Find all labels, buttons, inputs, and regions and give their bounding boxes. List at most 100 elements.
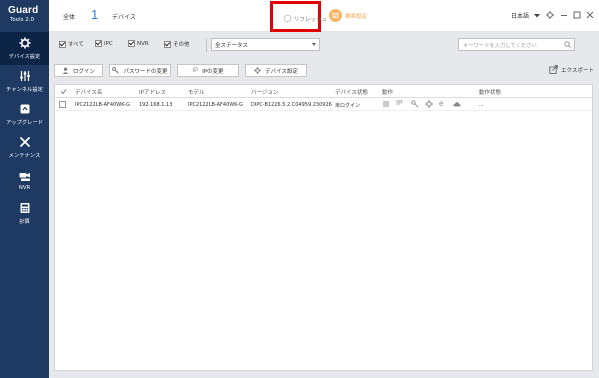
sidebar-item-label: NVR (18, 185, 31, 191)
filter-all-checkbox[interactable]: すべて (59, 40, 84, 48)
sliders-icon (19, 71, 30, 81)
cell-version: DIPC-B1226.5.2.C04959.230926 (251, 101, 332, 108)
checkbox-box (128, 40, 135, 47)
column-header-device-name[interactable]: デバイス名 (75, 88, 102, 96)
export-label: エクスポート (561, 67, 594, 74)
sidebar-item-maintenance[interactable]: メンテナンス (0, 131, 49, 164)
status-select[interactable]: 全ステータス (211, 38, 320, 51)
column-header-operation-status: 動作状態 (479, 90, 502, 96)
app-logo: Guard Tools 2.0 (0, 0, 49, 32)
gear-icon (19, 37, 30, 49)
export-button[interactable]: エクスポート (549, 65, 594, 74)
sidebar-item-label: アップグレード (5, 120, 44, 126)
refresh-button[interactable]: リフレッシュ (283, 14, 327, 23)
sidebar: Guard Tools 2.0 デバイス設定 チャンネル設定 アップグレード メ… (0, 0, 49, 378)
gear-icon[interactable] (425, 100, 433, 108)
upgrade-icon (20, 104, 29, 114)
device-label: デバイス (112, 14, 136, 21)
wrench-icon (19, 137, 30, 147)
sidebar-item-calculator[interactable]: 計算 (0, 197, 49, 230)
search-settings-label: 検索設定 (345, 13, 368, 20)
filter-nvr-checkbox[interactable]: NVR (128, 40, 149, 47)
search-settings-icon (329, 9, 342, 22)
sidebar-item-label: メンテナンス (8, 153, 41, 159)
key-icon (112, 67, 120, 74)
web-browser-icon[interactable]: e (439, 99, 447, 108)
sidebar-item-label: チャンネル設定 (6, 87, 43, 93)
change-ip-label: IPの変更 (202, 68, 224, 75)
sidebar-item-label: デバイス設定 (8, 54, 41, 60)
language-label: 日本語 (511, 13, 530, 20)
chevron-down-icon (312, 43, 316, 46)
column-header-model[interactable]: モデル (188, 88, 205, 96)
filter-other-checkbox[interactable]: その他 (164, 40, 190, 48)
checkbox-label: IPC (104, 40, 113, 47)
table-header: デバイス名 IPアドレス モデル バージョン デバイス状態 動作 動作状態 (55, 85, 592, 98)
status-select-value: 全ステータス (215, 43, 249, 49)
cell-model: IPC2122LB-AF40WK-G (188, 101, 243, 108)
ip-icon: IP (192, 67, 199, 74)
change-ip-button[interactable]: IP IPの変更 (177, 64, 239, 77)
sidebar-item-nvr[interactable]: NVR (0, 164, 49, 197)
device-total-label: 全体 (63, 14, 76, 21)
change-password-button[interactable]: パスワードの変更 (109, 64, 171, 77)
maximize-icon[interactable] (573, 11, 581, 19)
change-password-label: パスワードの変更 (123, 68, 168, 75)
keyword-search-input[interactable]: キーワードを入力してください (458, 38, 575, 51)
language-select[interactable]: 日本語 (511, 11, 541, 20)
ip-action-icon[interactable]: IP (396, 100, 404, 108)
device-table: デバイス名 IPアドレス モデル バージョン デバイス状態 動作 動作状態 IP… (54, 84, 593, 371)
login-button[interactable]: ログイン (54, 64, 103, 77)
sidebar-item-upgrade[interactable]: アップグレード (0, 98, 49, 131)
search-icon[interactable] (564, 41, 571, 48)
filter-bar: すべて IPC NVR その他 全ステータス キーワードを入力してください (49, 33, 599, 58)
logo-subtitle: Tools 2.0 (10, 17, 35, 23)
checkbox-label: NVR (137, 40, 149, 47)
cell-device-status: 未ログイン (335, 102, 361, 109)
main-panel: 全体 1 デバイス リフレッシュ 検索設定 日本語 すべて IPC NVR その… (49, 0, 599, 378)
minimize-icon[interactable] (560, 11, 568, 19)
device-count: 1 (91, 7, 99, 22)
close-icon[interactable] (586, 11, 594, 19)
sidebar-item-device-settings[interactable]: デバイス設定 (0, 32, 49, 65)
top-bar: 全体 1 デバイス リフレッシュ 検索設定 日本語 (49, 0, 599, 32)
cell-device-name: IPC2122LB-AF40WK-G (75, 101, 130, 108)
refresh-label: リフレッシュ (294, 16, 328, 23)
action-bar: ログイン パスワードの変更 IP IPの変更 デバイス設定 エクスポート (49, 58, 599, 83)
key-icon[interactable] (411, 100, 419, 108)
gear-icon (254, 67, 262, 74)
checkbox-box (59, 40, 66, 48)
divider (206, 38, 207, 52)
nvr-icon (19, 173, 30, 181)
row-checkbox[interactable] (59, 101, 66, 108)
list-icon[interactable] (382, 100, 390, 108)
cloud-icon[interactable] (453, 100, 461, 108)
device-settings-label: デバイス設定 (265, 68, 298, 75)
checkbox-label: その他 (173, 42, 190, 48)
refresh-icon (283, 14, 292, 23)
settings-icon[interactable] (546, 11, 554, 19)
column-header-operation: 動作 (382, 90, 394, 96)
checkbox-box (95, 40, 102, 47)
select-all-icon[interactable] (60, 88, 67, 95)
calculator-icon (20, 203, 29, 213)
refresh-highlight-box: リフレッシュ (270, 1, 327, 32)
export-icon (549, 65, 558, 74)
caret-down-icon (534, 13, 541, 17)
column-header-ip-address[interactable]: IPアドレス (139, 88, 166, 96)
checkbox-box (164, 40, 171, 48)
checkbox-label: すべて (68, 42, 84, 48)
column-header-version[interactable]: バージョン (251, 88, 278, 96)
filter-ipc-checkbox[interactable]: IPC (95, 40, 113, 47)
search-settings-button[interactable]: 検索設定 (329, 9, 367, 22)
sidebar-item-channel-settings[interactable]: チャンネル設定 (0, 65, 49, 98)
user-icon (62, 67, 69, 74)
logo-title: Guard (8, 5, 39, 16)
login-label: ログイン (72, 68, 95, 75)
table-row[interactable]: IPC2122LB-AF40WK-G 192.168.1.13 IPC2122L… (55, 98, 592, 111)
cell-ip-address: 192.168.1.13 (139, 101, 173, 108)
device-settings-button[interactable]: デバイス設定 (245, 64, 307, 77)
cell-operation-status: ... (479, 101, 484, 108)
sidebar-item-label: 計算 (19, 219, 30, 225)
column-header-device-status[interactable]: デバイス状態 (335, 88, 368, 96)
